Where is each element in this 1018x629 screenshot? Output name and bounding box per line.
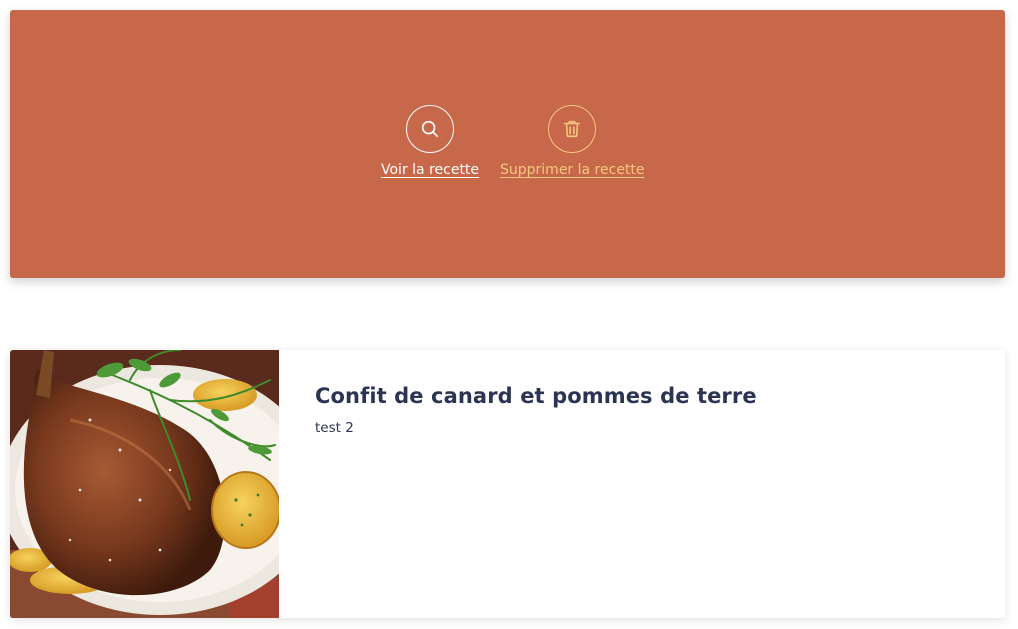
- overlay-actions: Voir la recette Supprimer la recette: [10, 10, 1005, 278]
- recipe-title[interactable]: Confit de canard et pommes de terre: [315, 384, 975, 408]
- recipe-image[interactable]: [10, 350, 279, 618]
- trash-icon-circle[interactable]: [548, 105, 597, 153]
- search-icon-circle[interactable]: [406, 105, 455, 153]
- trash-icon: [564, 120, 581, 138]
- delete-recipe-link[interactable]: Supprimer la recette: [500, 105, 645, 178]
- duck-confit-photo: [10, 350, 279, 618]
- search-icon: [421, 120, 439, 138]
- page: Voir la recette Supprimer la recette Con…: [0, 0, 1018, 629]
- recipe-card[interactable]: Confit de canard et pommes de terre test…: [10, 350, 1005, 618]
- view-recipe-link[interactable]: Voir la recette: [381, 105, 479, 178]
- recipe-body: Confit de canard et pommes de terre test…: [315, 384, 975, 436]
- view-recipe-label[interactable]: Voir la recette: [381, 162, 479, 178]
- delete-recipe-label[interactable]: Supprimer la recette: [500, 162, 645, 178]
- recipe-card-overlay: Voir la recette Supprimer la recette: [10, 10, 1005, 278]
- recipe-description: test 2: [315, 420, 354, 436]
